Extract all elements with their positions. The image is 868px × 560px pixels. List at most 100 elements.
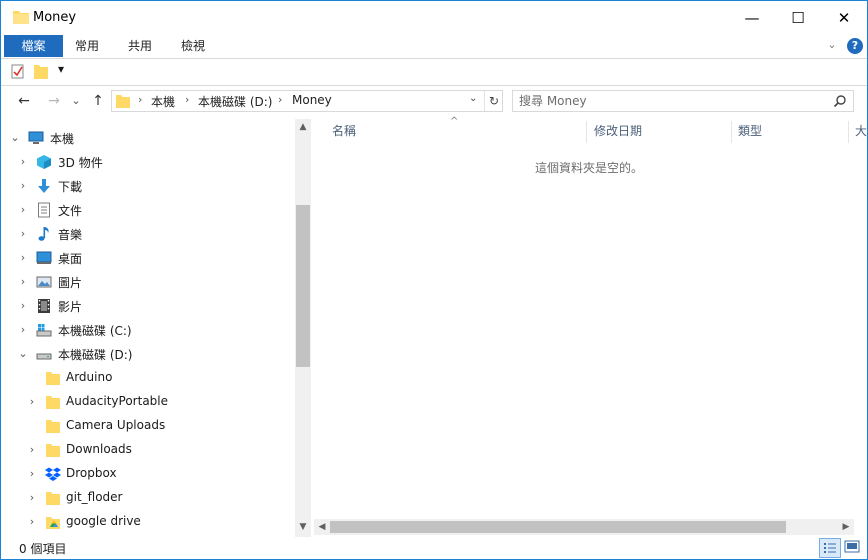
tree-item-documents[interactable]: › 文件 (1, 198, 294, 222)
new-folder-icon[interactable] (34, 63, 48, 79)
tab-home[interactable]: 常用 (63, 35, 111, 57)
downloads-icon (38, 179, 50, 193)
back-button[interactable]: ← (15, 93, 33, 109)
file-list-pane[interactable]: ^ 名稱 修改日期 類型 大 這個資料夾是空的。 (314, 116, 867, 519)
address-bar[interactable]: › 本機 › 本機磁碟 (D:) › Money ⌄ ↻ (111, 90, 503, 112)
column-header-date-modified[interactable]: 修改日期 (594, 119, 642, 143)
documents-icon (38, 202, 50, 218)
tree-item-3d-objects[interactable]: › 3D 物件 (1, 150, 294, 174)
details-view-icon[interactable] (819, 538, 841, 558)
breadcrumb-separator: › (138, 93, 143, 106)
tree-item-arduino[interactable]: Arduino (1, 366, 294, 390)
scrollbar-thumb[interactable] (296, 205, 310, 367)
tree-item-pictures[interactable]: › 圖片 (1, 270, 294, 294)
scroll-up-icon[interactable]: ▲ (295, 119, 311, 135)
title-bar[interactable]: Money — ☐ ✕ (1, 1, 867, 35)
chevron-right-icon[interactable]: › (17, 250, 29, 266)
maximize-button[interactable]: ☐ (775, 1, 821, 35)
large-icons-view-icon[interactable] (842, 538, 862, 556)
properties-icon[interactable] (11, 63, 25, 79)
chevron-right-icon[interactable]: › (17, 226, 29, 242)
breadcrumb-drive-d[interactable]: 本機磁碟 (D:) (198, 93, 272, 110)
close-button[interactable]: ✕ (821, 1, 867, 35)
tree-item-label: 本機 (50, 132, 75, 146)
scroll-right-icon[interactable]: ▶ (838, 519, 854, 535)
search-box[interactable] (512, 90, 854, 112)
videos-icon (38, 299, 50, 313)
tree-item-drive-c[interactable]: › 本機磁碟 (C:) (1, 318, 294, 342)
chevron-right-icon[interactable]: › (26, 514, 38, 530)
folder-icon (46, 420, 60, 433)
breadcrumb-this-pc[interactable]: 本機 (151, 93, 175, 110)
breadcrumb-money[interactable]: Money (292, 93, 332, 107)
refresh-button[interactable]: ↻ (484, 91, 503, 111)
chevron-down-icon[interactable]: ⌄ (9, 130, 21, 146)
help-icon[interactable]: ? (847, 38, 863, 54)
scroll-left-icon[interactable]: ◀ (314, 519, 330, 535)
chevron-right-icon[interactable]: › (17, 322, 29, 338)
column-divider[interactable] (848, 121, 849, 143)
scroll-down-icon[interactable]: ▼ (295, 519, 311, 535)
tree-item-music[interactable]: › 音樂 (1, 222, 294, 246)
folder-icon (46, 372, 60, 385)
ribbon-tabs: 檔案 常用 共用 檢視 ⌄ ? (1, 35, 867, 57)
up-button[interactable]: ↑ (89, 93, 107, 109)
customize-dropdown-icon[interactable]: ▾ (58, 62, 64, 76)
pictures-icon (36, 276, 52, 288)
chevron-right-icon[interactable]: › (26, 442, 38, 458)
tree-item-label: 本機磁碟 (C:) (58, 324, 132, 338)
chevron-right-icon[interactable]: › (26, 490, 38, 506)
dropbox-icon (45, 467, 61, 481)
chevron-right-icon[interactable]: › (17, 298, 29, 314)
tab-share[interactable]: 共用 (115, 35, 165, 57)
tree-item-camera-uploads[interactable]: Camera Uploads (1, 414, 294, 438)
scrollbar-thumb[interactable] (330, 521, 786, 533)
chevron-right-icon[interactable]: › (17, 178, 29, 194)
recent-locations-button[interactable]: ⌄ (67, 93, 85, 109)
column-divider[interactable] (731, 121, 732, 143)
tree-item-label: AudacityPortable (66, 394, 168, 408)
desktop-icon (36, 251, 52, 264)
tree-item-google-drive[interactable]: › google drive (1, 510, 294, 534)
tree-item-drive-d[interactable]: ⌄ 本機磁碟 (D:) (1, 342, 294, 366)
column-header-name[interactable]: 名稱 (332, 119, 356, 143)
chevron-right-icon[interactable]: › (17, 154, 29, 170)
navigation-pane-scrollbar[interactable]: ▲ ▼ (295, 119, 311, 537)
chevron-right-icon[interactable]: › (26, 394, 38, 410)
tree-item-dropbox[interactable]: › Dropbox (1, 462, 294, 486)
breadcrumb-separator: › (278, 93, 283, 106)
tree-item-videos[interactable]: › 影片 (1, 294, 294, 318)
computer-icon (28, 131, 44, 144)
file-list-horizontal-scrollbar[interactable]: ◀ ▶ (314, 519, 854, 535)
navigation-pane[interactable]: ⌄ 本機 › 3D 物件 › 下載 › 文件 › 音樂 › 桌面 › 圖片 › … (1, 119, 294, 537)
tree-item-downloads[interactable]: › 下載 (1, 174, 294, 198)
column-header-type[interactable]: 類型 (738, 119, 762, 143)
quick-access-toolbar: ▾ (1, 58, 867, 86)
tab-view[interactable]: 檢視 (167, 35, 219, 57)
tree-item-label: 文件 (58, 204, 83, 218)
forward-button[interactable]: → (45, 93, 63, 109)
minimize-button[interactable]: — (729, 1, 775, 35)
breadcrumb-separator: › (185, 93, 190, 106)
tree-item-git-floder[interactable]: › git_floder (1, 486, 294, 510)
chevron-right-icon[interactable]: › (17, 274, 29, 290)
tree-item-desktop[interactable]: › 桌面 (1, 246, 294, 270)
tree-item-audacityportable[interactable]: › AudacityPortable (1, 390, 294, 414)
tree-item-downloads-folder[interactable]: › Downloads (1, 438, 294, 462)
tree-item-label: Dropbox (66, 466, 117, 480)
folder-icon (13, 11, 29, 24)
tree-item-this-pc[interactable]: ⌄ 本機 (1, 126, 294, 150)
chevron-down-icon[interactable]: ⌄ (17, 346, 29, 362)
chevron-down-icon[interactable]: ⌄ (469, 93, 481, 104)
column-divider[interactable] (586, 121, 587, 143)
column-header-size[interactable]: 大 (855, 119, 867, 143)
tab-file[interactable]: 檔案 (4, 35, 63, 57)
chevron-right-icon[interactable]: › (17, 202, 29, 218)
search-icon[interactable] (833, 94, 847, 108)
drive-icon (36, 353, 52, 360)
tree-item-label: Camera Uploads (66, 418, 166, 432)
tree-item-label: 圖片 (58, 276, 83, 290)
chevron-down-icon[interactable]: ⌄ (825, 38, 839, 52)
search-input[interactable] (519, 91, 819, 111)
chevron-right-icon[interactable]: › (26, 466, 38, 482)
